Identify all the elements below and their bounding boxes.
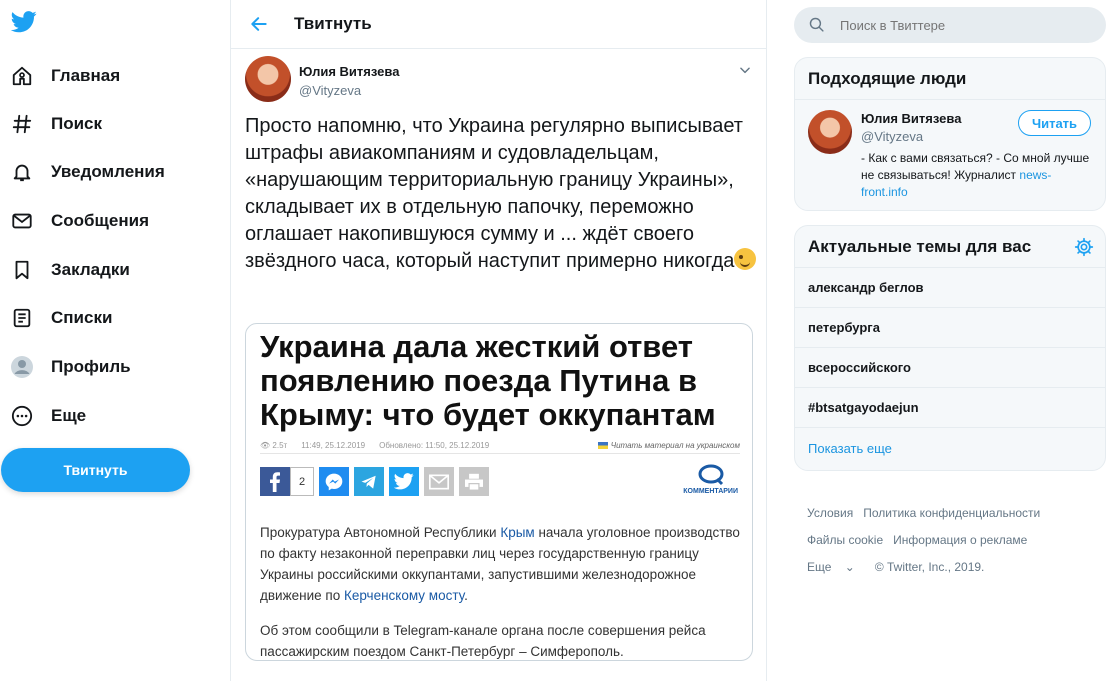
nav-home[interactable]: Главная: [10, 56, 120, 96]
nav-profile-label: Профиль: [51, 357, 131, 376]
comments-logo: КОММЕНТАРИИ: [683, 464, 738, 495]
right-sidebar: Подходящие люди Юлия Витязева @Vityzeva …: [767, 0, 1114, 681]
print-icon: [459, 467, 489, 496]
tweet-text: Просто напомню, что Украина регулярно вы…: [245, 113, 760, 275]
hashtag-icon: [10, 112, 34, 136]
left-navigation: Главная Поиск Уведомления Сообщения Закл…: [0, 0, 230, 681]
author-avatar[interactable]: [245, 56, 291, 102]
article-body: Прокуратура Автономной Республики Крым н…: [260, 522, 740, 660]
nav-bookmarks[interactable]: Закладки: [10, 250, 130, 290]
who-to-follow-panel: Подходящие люди Юлия Витязева @Vityzeva …: [794, 57, 1106, 211]
tweet-detail-column: Твитнуть Юлия Витязева @Vityzeva Просто …: [230, 0, 767, 681]
tweet-media-image[interactable]: Украина дала жесткий ответ появлению пое…: [245, 323, 753, 661]
footer-copyright: © Twitter, Inc., 2019.: [874, 560, 985, 574]
trend-item[interactable]: #btsatgayodaejun: [795, 388, 1105, 428]
nav-notifications-label: Уведомления: [51, 162, 165, 181]
telegram-icon: [354, 467, 384, 496]
chevron-down-small-icon: ⌄: [844, 560, 855, 574]
messenger-icon: [319, 467, 349, 496]
nav-more[interactable]: Еще: [10, 396, 86, 436]
published-time: 11:49, 25.12.2019: [301, 441, 366, 450]
updated-time: Обновлено: 11:50, 25.12.2019: [379, 441, 490, 450]
mail-icon: [424, 467, 454, 496]
show-more-trends-link[interactable]: Показать еще: [795, 428, 1105, 468]
share-buttons: 2: [260, 467, 489, 496]
more-icon: [10, 404, 34, 428]
nav-home-label: Главная: [51, 66, 121, 85]
ukraine-flag-icon: [597, 442, 608, 450]
views-count: 👁 2.5т: [260, 441, 288, 450]
suggested-user[interactable]: Юлия Витязева @Vityzeva Читать - Как с в…: [795, 100, 1105, 210]
trends-panel: Актуальные темы для вас александр беглов…: [794, 225, 1106, 471]
gear-icon[interactable]: [1074, 237, 1094, 257]
tweet-author: Юлия Витязева @Vityzeva: [245, 56, 399, 102]
nav-explore[interactable]: Поиск: [10, 104, 102, 144]
author-name[interactable]: Юлия Витязева: [299, 64, 399, 79]
article-paragraph-2: Об этом сообщили в Telegram-канале орган…: [260, 623, 706, 659]
trend-item[interactable]: всероссийского: [795, 348, 1105, 388]
link-crimea: Крым: [500, 525, 535, 540]
bookmark-icon: [10, 258, 34, 282]
twitter-bird-icon[interactable]: [10, 11, 37, 37]
nav-lists[interactable]: Списки: [10, 298, 112, 338]
comments-icon: [698, 464, 724, 486]
bell-icon: [10, 160, 34, 184]
trends-title: Актуальные темы для вас: [795, 226, 1105, 268]
trend-item[interactable]: петербурга: [795, 308, 1105, 348]
footer-privacy-link[interactable]: Политика конфиденциальности: [863, 506, 1040, 520]
trend-item[interactable]: александр беглов: [795, 268, 1105, 308]
suggested-user-avatar[interactable]: [808, 110, 852, 154]
nav-explore-label: Поиск: [51, 114, 103, 133]
home-icon: [10, 64, 34, 88]
tweet-body: Просто напомню, что Украина регулярно вы…: [245, 115, 743, 272]
nav-messages-label: Сообщения: [51, 211, 149, 230]
page-title: Твитнуть: [294, 14, 372, 33]
footer-terms-link[interactable]: Условия: [807, 506, 853, 520]
follow-button[interactable]: Читать: [1018, 110, 1091, 136]
winking-face-emoji-icon: [734, 248, 757, 270]
footer-cookies-link[interactable]: Файлы cookie: [807, 533, 883, 547]
footer-links: Условия Политика конфиденциальности Файлы…: [807, 500, 1107, 581]
nav-notifications[interactable]: Уведомления: [10, 152, 165, 192]
nav-lists-label: Списки: [51, 308, 113, 327]
suggested-user-name[interactable]: Юлия Витязева: [861, 111, 961, 126]
nav-more-label: Еще: [51, 406, 87, 425]
twitter-share-icon: [389, 467, 419, 496]
article-paragraph-1: Прокуратура Автономной Республики Крым н…: [260, 525, 740, 603]
author-handle[interactable]: @Vityzeva: [299, 83, 399, 98]
envelope-icon: [10, 209, 34, 233]
read-ukrainian-link: Читать материал на украинском: [597, 441, 740, 450]
suggested-user-handle: @Vityzeva: [861, 129, 924, 144]
footer-ads-link[interactable]: Информация о рекламе: [893, 533, 1027, 547]
footer-more-link[interactable]: Еще ⌄: [807, 560, 865, 574]
link-kerch-bridge: Керченскому мосту: [343, 588, 465, 603]
suggested-user-bio: - Как с вами связаться? - Со мной лучше …: [861, 151, 1090, 199]
search-icon: [808, 16, 826, 34]
chevron-down-icon[interactable]: [738, 63, 752, 77]
nav-messages[interactable]: Сообщения: [10, 201, 149, 241]
list-icon: [10, 306, 34, 330]
nav-bookmarks-label: Закладки: [51, 260, 130, 279]
search-bar[interactable]: [794, 7, 1106, 43]
tweet-header: Твитнуть: [231, 0, 766, 49]
search-input[interactable]: [840, 17, 1080, 33]
facebook-share-count: 2: [290, 467, 314, 496]
who-to-follow-title: Подходящие люди: [795, 58, 1105, 100]
nav-profile[interactable]: Профиль: [10, 347, 131, 387]
tweet-button[interactable]: Твитнуть: [1, 448, 190, 492]
profile-icon: [10, 355, 34, 379]
article-meta: 👁 2.5т 11:49, 25.12.2019 Обновлено: 11:5…: [260, 438, 740, 454]
back-arrow-icon[interactable]: [247, 12, 271, 36]
facebook-icon: [260, 467, 290, 496]
article-headline: Украина дала жесткий ответ появлению пое…: [260, 329, 716, 432]
